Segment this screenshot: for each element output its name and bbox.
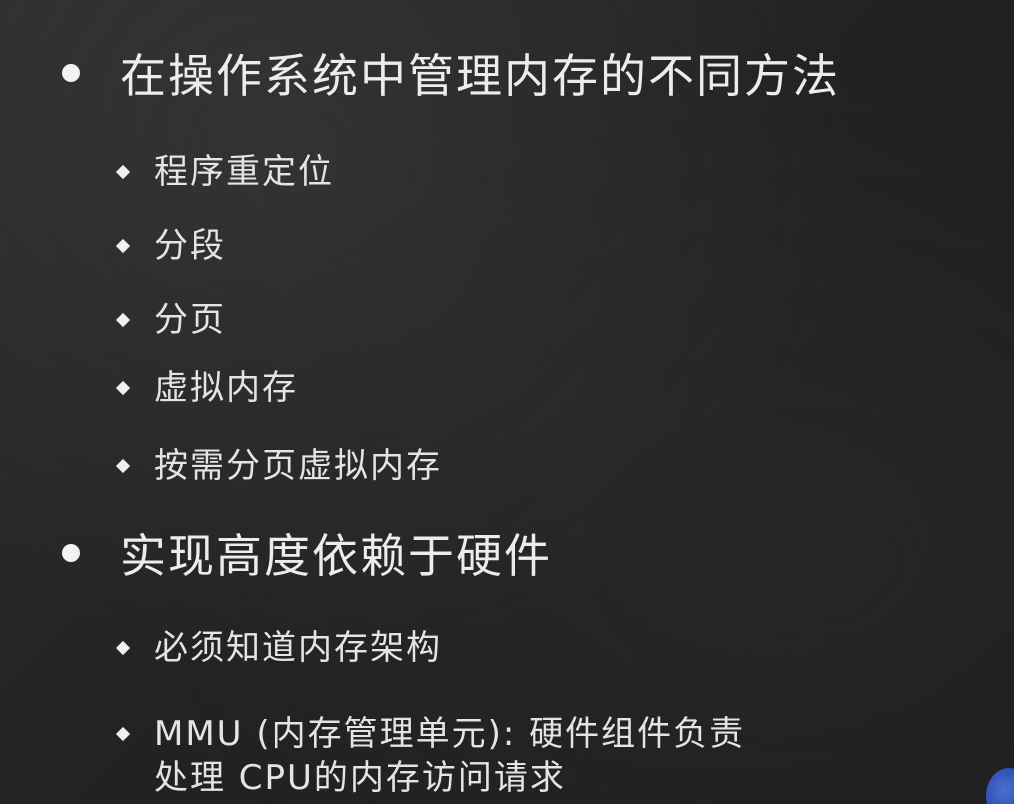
bullet-text: 在操作系统中管理内存的不同方法 bbox=[120, 49, 840, 103]
sub-bullet-text: 程序重定位 bbox=[154, 152, 334, 192]
diamond-bullet-icon bbox=[115, 164, 131, 180]
bullet-memory-management-methods: 在操作系统中管理内存的不同方法 bbox=[62, 40, 840, 106]
sub-bullet-demand-paging: 按需分页虚拟内存 bbox=[115, 444, 914, 488]
sub-bullet-virtual-memory: 虚拟内存 bbox=[115, 366, 914, 410]
diamond-bullet-icon bbox=[115, 458, 131, 474]
sub-bullet-text: 虚拟内存 bbox=[154, 368, 298, 408]
corner-logo-icon bbox=[986, 768, 1014, 804]
sub-bullet-text: 分页 bbox=[154, 300, 226, 340]
diamond-bullet-icon bbox=[115, 380, 131, 396]
slide: 在操作系统中管理内存的不同方法 程序重定位 分段 分页 虚拟内存 按需分页虚拟内… bbox=[0, 0, 1014, 804]
sub-bullet-text: 必须知道内存架构 bbox=[154, 628, 442, 668]
sub-bullet-text: 分段 bbox=[154, 226, 226, 266]
diamond-bullet-icon bbox=[115, 238, 131, 254]
bullet-dot-icon bbox=[62, 544, 80, 562]
diamond-bullet-icon bbox=[115, 312, 131, 328]
sub-bullet-segmentation: 分段 bbox=[115, 224, 914, 268]
diamond-bullet-icon bbox=[115, 726, 131, 742]
bullet-text: 实现高度依赖于硬件 bbox=[120, 529, 552, 583]
bullet-hardware-dependent: 实现高度依赖于硬件 bbox=[62, 520, 552, 586]
sub-bullet-mmu: MMU (内存管理单元): 硬件组件负责 处理 CPU的内存访问请求 bbox=[115, 712, 914, 800]
sub-bullet-paging: 分页 bbox=[115, 298, 914, 342]
sub-bullet-relocation: 程序重定位 bbox=[115, 150, 914, 194]
sub-bullet-memory-architecture: 必须知道内存架构 bbox=[115, 626, 914, 670]
sub-bullet-text: MMU (内存管理单元): 硬件组件负责 处理 CPU的内存访问请求 bbox=[154, 714, 746, 798]
bullet-dot-icon bbox=[62, 64, 80, 82]
sub-bullet-text: 按需分页虚拟内存 bbox=[154, 446, 442, 486]
diamond-bullet-icon bbox=[115, 640, 131, 656]
